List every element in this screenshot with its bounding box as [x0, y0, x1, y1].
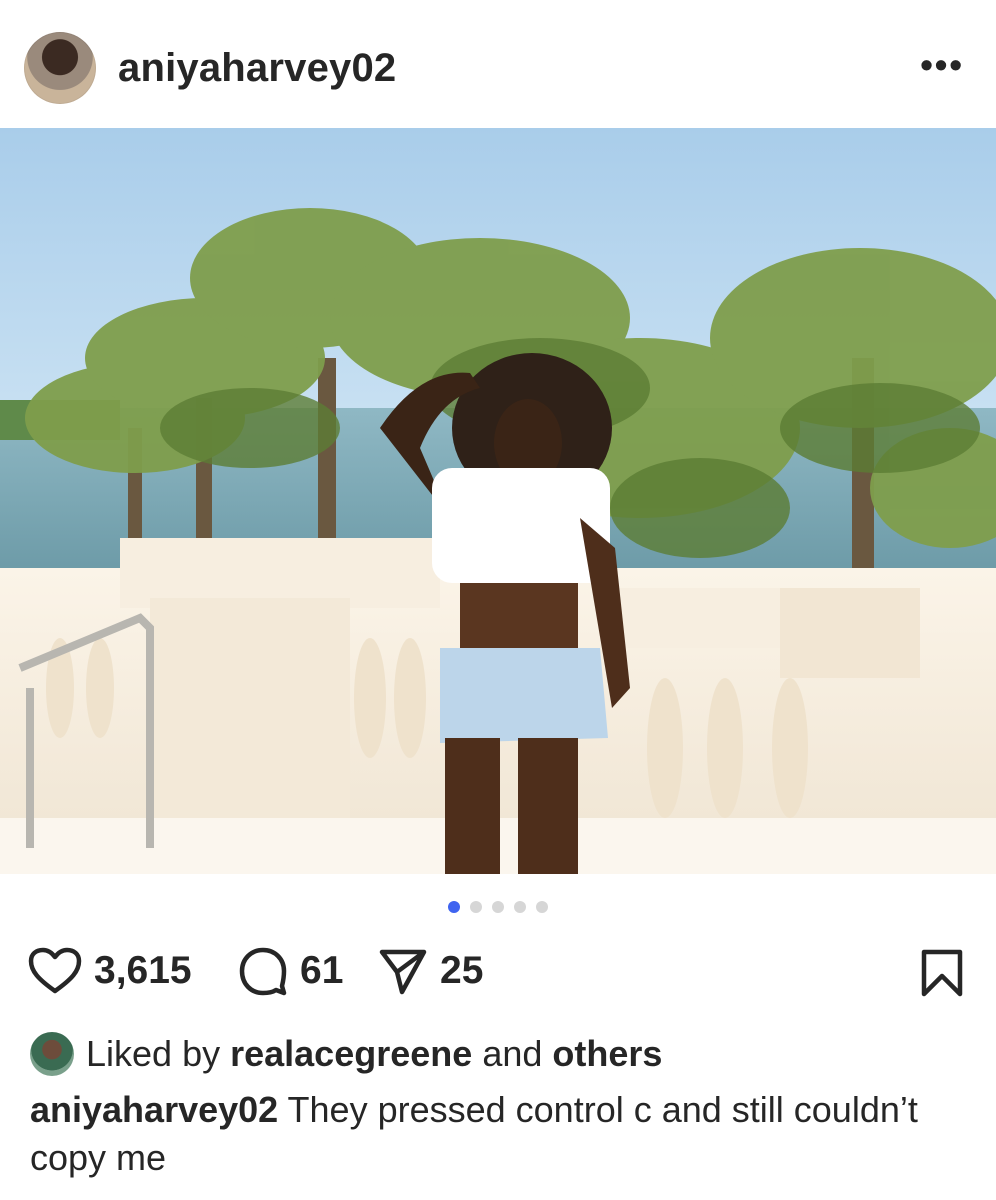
profile-avatar[interactable]	[24, 32, 96, 104]
post-username[interactable]: aniyaharvey02	[118, 46, 396, 91]
carousel-dot	[536, 901, 548, 913]
comment-count: 61	[300, 949, 344, 992]
share-count: 25	[440, 949, 484, 992]
liked-by-others[interactable]: others	[552, 1033, 662, 1075]
carousel-indicator	[0, 901, 996, 917]
carousel-dot-active	[448, 901, 460, 913]
liked-by-middle: and	[482, 1033, 543, 1074]
carousel-dot	[470, 901, 482, 913]
liker-avatar[interactable]	[30, 1032, 74, 1076]
carousel-dot	[514, 901, 526, 913]
more-options-icon[interactable]: •••	[920, 47, 964, 83]
like-button[interactable]: 3,615	[28, 946, 192, 996]
comment-button[interactable]: 61	[238, 946, 343, 996]
action-bar: 3,615 61 25	[0, 940, 996, 1002]
post-photo[interactable]	[0, 128, 996, 874]
heart-icon[interactable]	[28, 947, 82, 995]
liked-by-row: Liked by realacegreene and others	[30, 1032, 662, 1076]
save-button[interactable]	[920, 948, 964, 1003]
post-header: aniyaharvey02 •••	[0, 0, 996, 128]
bookmark-icon[interactable]	[920, 949, 964, 1002]
caption-username[interactable]: aniyaharvey02	[30, 1089, 278, 1130]
like-count: 3,615	[94, 949, 192, 992]
post-caption: aniyaharvey02 They pressed control c and…	[30, 1086, 970, 1182]
liked-by-prefix: Liked by	[86, 1033, 221, 1074]
liked-by-user[interactable]: realacegreene	[230, 1033, 472, 1075]
comment-icon[interactable]	[238, 946, 288, 996]
share-button[interactable]: 25	[378, 946, 483, 996]
send-icon[interactable]	[378, 946, 428, 996]
carousel-dot	[492, 901, 504, 913]
